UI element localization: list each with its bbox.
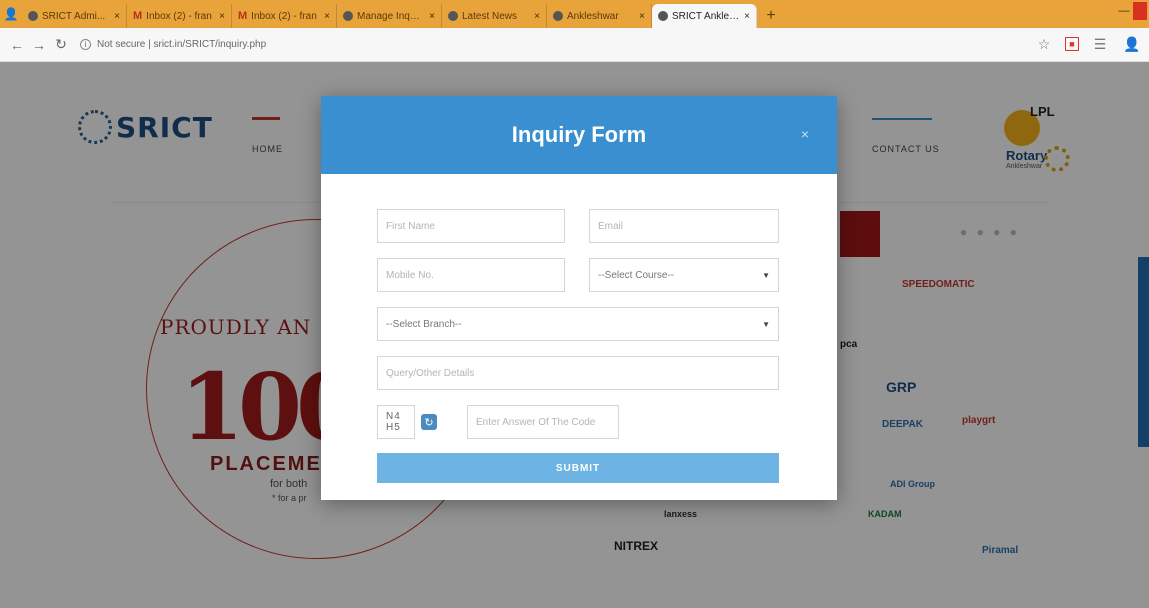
branch-select[interactable]: --Select Branch-- ▼ xyxy=(377,307,779,341)
course-select[interactable]: --Select Course-- ▼ xyxy=(589,258,779,292)
browser-tab-label: Inbox (2) - fran xyxy=(251,10,317,22)
tab-close-icon[interactable]: × xyxy=(114,11,120,22)
inquiry-modal: Inquiry Form × --Select Course-- ▼ --Sel… xyxy=(321,96,837,500)
first-name-input[interactable] xyxy=(386,220,556,232)
course-select-value: --Select Course-- xyxy=(598,269,675,281)
browser-tab[interactable]: M Inbox (2) - fran × xyxy=(127,4,232,28)
globe-icon xyxy=(658,11,668,21)
toolbar-right: ☆ ■ ☰ 👤 xyxy=(1033,33,1143,55)
forward-icon[interactable]: → xyxy=(28,34,50,56)
gmail-icon: M xyxy=(238,10,248,22)
browser-tab-label: Latest News xyxy=(462,10,518,22)
branch-select-value: --Select Branch-- xyxy=(386,318,462,330)
browser-tab[interactable]: SRICT Admi... × xyxy=(22,4,127,28)
tab-close-icon[interactable]: × xyxy=(639,11,645,22)
tab-close-icon[interactable]: × xyxy=(429,11,435,22)
tab-close-icon[interactable]: × xyxy=(324,11,330,22)
globe-icon xyxy=(28,11,38,21)
browser-tab[interactable]: Latest News × xyxy=(442,4,547,28)
caret-down-icon: ▼ xyxy=(762,319,770,329)
refresh-captcha-icon[interactable]: ↻ xyxy=(421,414,437,430)
query-input[interactable] xyxy=(386,367,770,379)
captcha-answer-field[interactable] xyxy=(467,405,619,439)
url-text: Not secure | srict.in/SRICT/inquiry.php xyxy=(97,39,267,50)
globe-icon xyxy=(343,11,353,21)
browser-tab[interactable]: M Inbox (2) - fran × xyxy=(232,4,337,28)
caret-down-icon: ▼ xyxy=(762,270,770,280)
modal-title: Inquiry Form xyxy=(511,122,647,147)
modal-header: Inquiry Form × xyxy=(321,96,837,174)
omnibox[interactable]: i Not secure | srict.in/SRICT/inquiry.ph… xyxy=(80,33,980,57)
tab-close-icon[interactable]: × xyxy=(744,11,750,22)
browser-tab-label: SRICT Admi... xyxy=(42,10,106,22)
tabs-container: SRICT Admi... × M Inbox (2) - fran × M Inbox (… xyxy=(22,0,757,28)
minimize-icon[interactable]: — xyxy=(1115,2,1133,20)
email-field[interactable] xyxy=(589,209,779,243)
menu-icon[interactable]: ☰ xyxy=(1089,33,1111,55)
captcha-answer-input[interactable] xyxy=(476,416,610,428)
browser-tab[interactable]: Manage Inquiries × xyxy=(337,4,442,28)
person-icon[interactable]: 👤 xyxy=(0,0,22,28)
extension-icon[interactable]: ■ xyxy=(1065,37,1079,51)
profile-icon[interactable]: 👤 xyxy=(1121,33,1143,55)
query-field[interactable] xyxy=(377,356,779,390)
close-window-icon[interactable] xyxy=(1133,2,1147,20)
browser-tab-label: Ankleshwar xyxy=(567,10,619,22)
tab-close-icon[interactable]: × xyxy=(534,11,540,22)
globe-icon xyxy=(448,11,458,21)
address-bar-row: ← → ↻ i Not secure | srict.in/SRICT/inqu… xyxy=(0,28,1149,62)
globe-icon xyxy=(553,11,563,21)
browser-tab-label: Manage Inquiries xyxy=(357,10,425,22)
browser-tab-label: SRICT Ankleshwar xyxy=(672,10,740,22)
browser-tab[interactable]: SRICT Ankleshwar × xyxy=(652,4,757,28)
close-icon[interactable]: × xyxy=(801,126,809,142)
email-input[interactable] xyxy=(598,220,770,232)
back-icon[interactable]: ← xyxy=(6,34,28,56)
reload-icon[interactable]: ↻ xyxy=(50,34,72,56)
new-tab-button[interactable]: + xyxy=(757,4,785,28)
browser-tab[interactable]: Ankleshwar × xyxy=(547,4,652,28)
mobile-field[interactable] xyxy=(377,258,565,292)
mobile-input[interactable] xyxy=(386,269,556,281)
submit-button[interactable]: SUBMIT xyxy=(377,453,779,483)
window-controls: — xyxy=(1115,0,1149,28)
browser-tab-strip: 👤 SRICT Admi... × M Inbox (2) - fran × M Inbox… xyxy=(0,0,1149,28)
captcha-code: N4 H5 xyxy=(377,405,415,439)
gmail-icon: M xyxy=(133,10,143,22)
first-name-field[interactable] xyxy=(377,209,565,243)
browser-tab-label: Inbox (2) - fran xyxy=(146,10,212,22)
info-icon[interactable]: i xyxy=(80,39,91,50)
star-icon[interactable]: ☆ xyxy=(1033,33,1055,55)
tab-close-icon[interactable]: × xyxy=(219,11,225,22)
